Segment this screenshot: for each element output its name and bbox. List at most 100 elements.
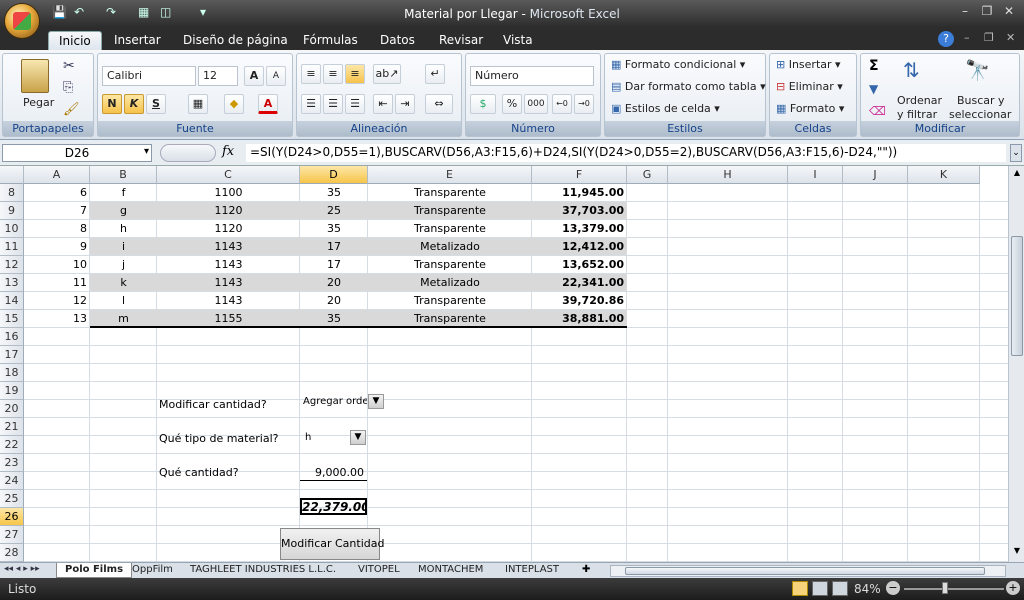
bold-button[interactable]: N [102, 94, 122, 114]
row-header-24[interactable]: 24 [0, 472, 24, 490]
fill-color-icon[interactable]: ◆ [224, 94, 244, 114]
col-header-k[interactable]: K [908, 166, 980, 184]
redo-icon[interactable]: ↷ [106, 5, 116, 23]
close-icon[interactable]: ✕ [998, 4, 1020, 20]
row-header-14[interactable]: 14 [0, 292, 24, 310]
tab-revisar[interactable]: Revisar [429, 31, 493, 50]
table-cell-a[interactable]: 9 [24, 238, 90, 256]
horizontal-scrollbar[interactable] [610, 565, 1006, 577]
table-cell-b[interactable]: k [90, 274, 157, 292]
page-break-icon[interactable] [832, 581, 848, 596]
col-header-j[interactable]: J [843, 166, 908, 184]
col-header-h[interactable]: H [668, 166, 788, 184]
table-cell-f[interactable]: 39,720.86 [532, 292, 627, 310]
table-cell-a[interactable]: 7 [24, 202, 90, 220]
name-box-dropdown-icon[interactable]: ▾ [144, 146, 149, 157]
table-cell-e[interactable]: Transparente [368, 292, 532, 310]
col-header-b[interactable]: B [90, 166, 157, 184]
col-header-f[interactable]: F [532, 166, 627, 184]
row-header-28[interactable]: 28 [0, 544, 24, 562]
scroll-down-icon[interactable]: ▼ [1011, 546, 1023, 558]
table-cell-f[interactable]: 37,703.00 [532, 202, 627, 220]
row-header-20[interactable]: 20 [0, 400, 24, 418]
row-header-13[interactable]: 13 [0, 274, 24, 292]
table-cell-e[interactable]: Transparente [368, 220, 532, 238]
row-header-15[interactable]: 15 [0, 310, 24, 328]
underline-button[interactable]: S [146, 94, 166, 114]
table-cell-d[interactable]: 35 [300, 220, 368, 238]
font-name-select[interactable]: Calibri [102, 66, 196, 86]
table-cell-b[interactable]: i [90, 238, 157, 256]
find-select-button[interactable]: Buscar y [957, 94, 1005, 107]
material-type-dropdown[interactable]: ▼ [350, 430, 366, 445]
quantity-input[interactable]: 9,000.00 [300, 464, 367, 481]
row-header-23[interactable]: 23 [0, 454, 24, 472]
table-cell-c[interactable]: 1143 [157, 238, 300, 256]
expand-formula-icon[interactable]: ⌄ [1010, 144, 1022, 162]
table-cell-c[interactable]: 1120 [157, 202, 300, 220]
row-header-9[interactable]: 9 [0, 202, 24, 220]
table-cell-c[interactable]: 1143 [157, 292, 300, 310]
table-cell-e[interactable]: Transparente [368, 184, 532, 202]
row-header-8[interactable]: 8 [0, 184, 24, 202]
ribbon-restore-icon[interactable]: ❐ [984, 31, 994, 44]
tab-datos[interactable]: Datos [370, 31, 425, 50]
table-cell-d[interactable]: 17 [300, 238, 368, 256]
table-cell-c[interactable]: 1120 [157, 220, 300, 238]
align-bottom-icon[interactable]: ≡ [345, 64, 365, 84]
table-cell-b[interactable]: f [90, 184, 157, 202]
select-all-corner[interactable] [0, 166, 24, 184]
conditional-format-button[interactable]: ▦ Formato condicional ▾ [611, 58, 745, 71]
copy-icon[interactable]: ⎘ [63, 80, 73, 95]
table-cell-a[interactable]: 8 [24, 220, 90, 238]
increase-decimal-icon[interactable]: ←0 [552, 94, 572, 114]
worksheet-grid[interactable]: ABCDEFGHIJK 8 9 10 11 12 13 14 15 16 17 18 19 20 21 22… [0, 166, 1008, 562]
number-format-select[interactable]: Número [470, 66, 594, 86]
tab-diseno[interactable]: Diseño de página [173, 31, 298, 50]
col-header-g[interactable]: G [627, 166, 668, 184]
tab-insertar[interactable]: Insertar [104, 31, 171, 50]
sheet-tab-1[interactable]: OppFilm [124, 563, 181, 578]
paste-icon[interactable] [21, 59, 49, 93]
wrap-text-icon[interactable]: ↵ [425, 64, 445, 84]
zoom-slider-thumb[interactable] [942, 582, 948, 594]
zoom-in-icon[interactable]: + [1006, 581, 1020, 595]
merge-center-icon[interactable]: ⇔ [425, 94, 453, 114]
help-icon[interactable]: ? [938, 31, 954, 47]
table-cell-d[interactable]: 25 [300, 202, 368, 220]
save-icon[interactable]: 💾 [52, 5, 67, 23]
format-as-table-button[interactable]: ▤ Dar formato como tabla ▾ [611, 80, 766, 93]
sheet-tab-2[interactable]: TAGHLEET INDUSTRIES L.L.C. [182, 563, 344, 578]
insert-sheet-icon[interactable]: ✚ [582, 564, 590, 575]
table-cell-f[interactable]: 22,341.00 [532, 274, 627, 292]
align-right-icon[interactable]: ☰ [345, 94, 365, 114]
borders-icon[interactable]: ▦ [188, 94, 208, 114]
form-icon[interactable]: ▦ [138, 5, 149, 23]
ribbon-close-icon[interactable]: ✕ [1006, 31, 1015, 44]
table-cell-d[interactable]: 17 [300, 256, 368, 274]
office-button[interactable] [4, 3, 40, 39]
insert-cells-button[interactable]: ⊞ Insertar ▾ [776, 58, 841, 71]
sheet-nav-icons[interactable]: ◂◂ ◂ ▸ ▸▸ [4, 564, 40, 574]
grow-font-button[interactable]: A [244, 66, 264, 86]
decrease-indent-icon[interactable]: ⇤ [373, 94, 393, 114]
sort-filter-button[interactable]: Ordenar [897, 94, 942, 107]
sheet-tab-5[interactable]: INTEPLAST [497, 563, 567, 578]
vertical-scrollbar[interactable]: ▲ ▼ [1008, 166, 1024, 562]
order-type-dropdown[interactable]: ▼ [368, 394, 384, 409]
currency-icon[interactable]: $ [470, 94, 496, 114]
table-cell-a[interactable]: 12 [24, 292, 90, 310]
table-cell-f[interactable]: 13,652.00 [532, 256, 627, 274]
row-header-11[interactable]: 11 [0, 238, 24, 256]
page-layout-icon[interactable] [812, 581, 828, 596]
name-box[interactable]: D26 [2, 144, 152, 162]
row-header-25[interactable]: 25 [0, 490, 24, 508]
shrink-font-button[interactable]: A [266, 66, 286, 86]
scroll-up-icon[interactable]: ▲ [1011, 168, 1023, 180]
table-cell-e[interactable]: Transparente [368, 256, 532, 274]
row-header-21[interactable]: 21 [0, 418, 24, 436]
thousands-button[interactable]: 000 [524, 94, 548, 114]
table-cell-c[interactable]: 1143 [157, 256, 300, 274]
tab-inicio[interactable]: Inicio [48, 31, 102, 50]
table-cell-e[interactable]: Transparente [368, 202, 532, 220]
